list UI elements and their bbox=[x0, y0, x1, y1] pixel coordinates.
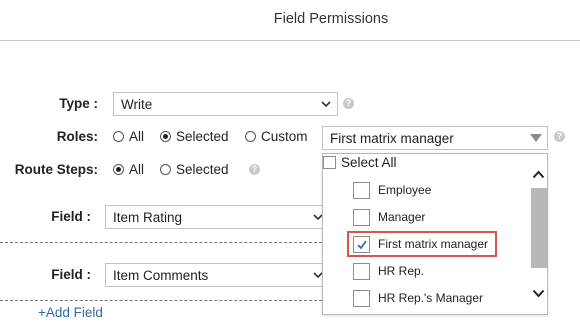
radio-selected-roles[interactable] bbox=[160, 131, 171, 142]
select-all-checkbox[interactable] bbox=[323, 156, 336, 169]
route-all-label: All bbox=[129, 162, 145, 177]
dropdown-option-manager[interactable]: Manager bbox=[353, 206, 488, 228]
route-help-icon[interactable]: ? bbox=[249, 164, 260, 175]
route-radio-selected[interactable]: Selected bbox=[160, 162, 229, 177]
field-2-label: Field : bbox=[51, 267, 91, 282]
field-2-value: Item Comments bbox=[113, 267, 209, 283]
option-checkbox[interactable] bbox=[353, 289, 370, 307]
field-1-value: Item Rating bbox=[113, 209, 183, 225]
caret-down-icon bbox=[530, 134, 542, 142]
option-label: HR Rep. bbox=[378, 264, 425, 278]
highlight-box bbox=[347, 231, 497, 257]
add-field-link[interactable]: +Add Field bbox=[38, 305, 103, 320]
chevron-up-icon[interactable] bbox=[532, 170, 545, 179]
roles-multiselect-value: First matrix manager bbox=[330, 130, 454, 146]
roles-all-label: All bbox=[129, 129, 145, 144]
chevron-down-icon bbox=[321, 101, 331, 108]
roles-label: Roles: bbox=[56, 129, 98, 144]
roles-custom-label: Custom bbox=[261, 129, 308, 144]
field-1-label: Field : bbox=[51, 209, 91, 224]
option-checkbox[interactable] bbox=[353, 208, 370, 226]
select-all-option[interactable]: Select All bbox=[323, 155, 397, 170]
roles-help-icon[interactable]: ? bbox=[554, 131, 565, 142]
type-label: Type : bbox=[59, 96, 98, 111]
select-all-label: Select All bbox=[341, 155, 397, 170]
field-1-select[interactable]: Item Rating bbox=[105, 205, 330, 229]
field-divider-2 bbox=[0, 300, 322, 301]
option-label: Manager bbox=[378, 210, 426, 224]
option-label: Employee bbox=[378, 183, 432, 197]
type-select[interactable]: Write bbox=[113, 92, 338, 116]
radio-custom-roles[interactable] bbox=[245, 131, 256, 142]
roles-radio-custom[interactable]: Custom bbox=[245, 129, 308, 144]
option-checkbox[interactable] bbox=[353, 181, 370, 199]
radio-selected-steps[interactable] bbox=[160, 164, 171, 175]
route-radio-all[interactable]: All bbox=[113, 162, 144, 177]
page-title: Field Permissions bbox=[273, 11, 389, 27]
option-label: HR Rep.'s Manager bbox=[378, 291, 483, 305]
option-checkbox[interactable] bbox=[353, 262, 370, 280]
radio-all-roles[interactable] bbox=[113, 131, 124, 142]
header-divider bbox=[0, 40, 580, 41]
roles-selected-label: Selected bbox=[176, 129, 229, 144]
roles-multiselect[interactable]: First matrix manager bbox=[322, 126, 548, 150]
roles-radio-all[interactable]: All bbox=[113, 129, 144, 144]
radio-all-steps[interactable] bbox=[113, 164, 124, 175]
dropdown-option-hr-rep[interactable]: HR Rep. bbox=[353, 260, 488, 282]
scrollbar-thumb[interactable] bbox=[531, 188, 547, 268]
field-divider-1 bbox=[0, 242, 322, 243]
chevron-down-icon[interactable] bbox=[532, 289, 545, 298]
type-help-icon[interactable]: ? bbox=[343, 98, 354, 109]
dropdown-option-hr-reps-manager[interactable]: HR Rep.'s Manager bbox=[353, 287, 488, 309]
route-selected-label: Selected bbox=[176, 162, 229, 177]
roles-radio-selected[interactable]: Selected bbox=[160, 129, 229, 144]
route-steps-label: Route Steps: bbox=[14, 162, 98, 177]
dropdown-option-employee[interactable]: Employee bbox=[353, 179, 488, 201]
type-select-value: Write bbox=[121, 96, 153, 112]
field-2-select[interactable]: Item Comments bbox=[105, 263, 330, 287]
